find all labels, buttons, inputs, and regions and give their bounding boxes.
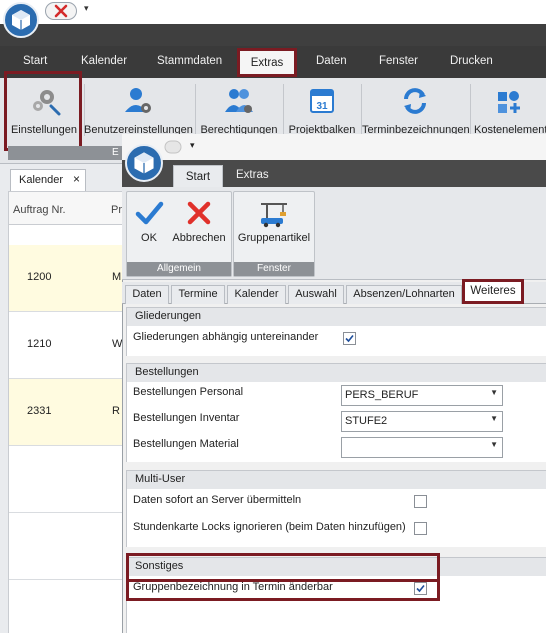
tab-termine[interactable]: Termine — [171, 285, 225, 304]
dialog-qat-dropdown-icon[interactable]: ▾ — [190, 140, 195, 151]
tab-weiteres[interactable]: Weiteres — [462, 279, 524, 304]
benutzereinstellungen-button[interactable]: Benutzereinstellungen — [84, 82, 193, 138]
tab-kalender-settings[interactable]: Kalender — [227, 285, 286, 304]
ok-label: OK — [141, 232, 157, 244]
table-row[interactable] — [9, 446, 125, 513]
daten-sofort-checkbox[interactable] — [414, 495, 427, 508]
cell-auftrag-nr: 1210 — [27, 338, 52, 350]
table-row[interactable]: 1200 M — [9, 245, 125, 312]
group-fenster: Gruppenartikel Fenster — [233, 191, 315, 277]
section-header-multi-user[interactable]: Multi-User — [126, 470, 546, 490]
group-fenster-label: Fenster — [234, 262, 314, 276]
ribbon-group-label-text: E — [112, 147, 119, 158]
dialog-tab-start[interactable]: Start — [173, 165, 223, 189]
chevron-down-icon: ▼ — [490, 388, 498, 397]
bestellungen-inventar-select[interactable]: STUFE2 ▼ — [341, 411, 503, 432]
tab-kalender[interactable]: Kalender × — [10, 169, 86, 191]
checkmark-icon — [345, 334, 354, 343]
dialog-tab-start-label: Start — [185, 171, 211, 183]
dialog-tab-extras[interactable]: Extras — [236, 169, 286, 181]
cancel-icon — [187, 201, 211, 225]
users-permissions-icon — [225, 89, 253, 113]
cost-element-icon — [498, 91, 520, 113]
cell-auftrag-nr: 2331 — [27, 405, 52, 417]
tab-kalender-label: Kalender — [19, 174, 64, 186]
menu-drucken[interactable]: Drucken — [450, 55, 493, 67]
quick-access-dropdown-icon[interactable]: ▾ — [84, 3, 94, 17]
cell-auftrag-nr: 1200 — [27, 271, 52, 283]
ok-button[interactable]: OK — [129, 196, 169, 252]
stundenkarte-locks-checkbox[interactable] — [414, 522, 427, 535]
bestellungen-material-label: Bestellungen Material — [133, 438, 239, 450]
gliederungen-abhaengig-label: Gliederungen abhängig untereinander — [133, 331, 319, 343]
ribbon-separator — [470, 84, 471, 136]
window-frame — [0, 24, 546, 46]
menu-stammdaten[interactable]: Stammdaten — [157, 55, 222, 67]
tab-auswahl[interactable]: Auswahl — [288, 285, 344, 304]
checkmark-icon — [135, 201, 164, 225]
group-allgemein-label: Allgemein — [127, 262, 231, 276]
ribbon-separator — [195, 84, 196, 136]
dialog-logo-icon[interactable] — [125, 144, 163, 182]
gliederungen-abhaengig-checkbox[interactable] — [343, 332, 356, 345]
highlight-sonstiges-row — [126, 575, 440, 601]
bestellungen-personal-label: Bestellungen Personal — [133, 386, 244, 398]
group-allgemein: OK Abbrechen Allgemein — [126, 191, 232, 277]
ribbon-separator — [283, 84, 284, 136]
table-row[interactable]: 2331 R — [9, 379, 125, 446]
crane-icon — [261, 203, 287, 228]
gruppenartikel-button[interactable]: Gruppenartikel — [236, 196, 312, 252]
section-header-bestellungen[interactable]: Bestellungen — [126, 363, 546, 383]
table-row[interactable]: 1210 W — [9, 312, 125, 379]
terminbezeichnungen-button[interactable]: Terminbezeichnungen — [362, 82, 470, 138]
menu-fenster[interactable]: Fenster — [379, 55, 418, 67]
grid-header: Auftrag Nr. Pr — [8, 191, 124, 225]
highlight-einstellungen — [4, 71, 82, 151]
tab-daten[interactable]: Daten — [125, 285, 169, 304]
abbrechen-label: Abbrechen — [172, 232, 226, 244]
menu-extras-label: Extras — [250, 57, 284, 69]
cell-pr: R — [112, 405, 120, 417]
menu-start[interactable]: Start — [23, 55, 47, 67]
select-value: PERS_BERUF — [345, 389, 419, 401]
gruppenartikel-label: Gruppenartikel — [237, 232, 311, 244]
dialog-title-bar: ▾ — [122, 134, 546, 160]
menu-extras[interactable]: Extras — [237, 48, 297, 77]
chevron-down-icon: ▼ — [490, 414, 498, 423]
menu-daten[interactable]: Daten — [316, 55, 347, 67]
menu-kalender[interactable]: Kalender — [81, 55, 127, 67]
bestellungen-inventar-label: Bestellungen Inventar — [133, 412, 240, 424]
close-icon[interactable] — [45, 2, 77, 20]
bestellungen-material-select[interactable]: ▼ — [341, 437, 503, 458]
stundenkarte-locks-label: Stundenkarte Locks ignorieren (beim Date… — [133, 521, 406, 533]
app-logo-icon[interactable] — [3, 2, 39, 38]
select-value: STUFE2 — [345, 415, 388, 427]
kostenelement-button[interactable]: Kostenelement — [472, 82, 546, 138]
calendar-icon: 31 — [310, 89, 334, 113]
abbrechen-button[interactable]: Abbrechen — [171, 196, 227, 252]
svg-text:31: 31 — [316, 101, 328, 112]
refresh-icon — [404, 88, 426, 114]
user-settings-icon — [125, 88, 151, 113]
close-icon[interactable]: × — [73, 172, 80, 186]
cell-pr: M — [112, 271, 122, 283]
cell-pr: W — [112, 338, 123, 350]
tab-absenzen-lohnarten[interactable]: Absenzen/Lohnarten — [346, 285, 462, 304]
bestellungen-personal-select[interactable]: PERS_BERUF ▼ — [341, 385, 503, 406]
table-row[interactable] — [9, 513, 125, 580]
section-title: Bestellungen — [135, 366, 199, 378]
daten-sofort-label: Daten sofort an Server übermitteln — [133, 494, 302, 506]
grid-body: 1200 M 1210 W 2331 R — [8, 225, 125, 633]
berechtigungen-button[interactable]: Berechtigungen — [198, 82, 280, 138]
section-title: Gliederungen — [135, 310, 202, 322]
projektbalken-button[interactable]: 31 Projektbalken — [286, 82, 358, 138]
title-bar — [0, 0, 546, 24]
section-title: Multi-User — [135, 473, 186, 485]
column-header-auftrag[interactable]: Auftrag Nr. — [13, 204, 66, 216]
section-header-gliederungen[interactable]: Gliederungen — [126, 307, 546, 327]
chevron-down-icon: ▼ — [490, 440, 498, 449]
quick-access-shape-icon — [164, 140, 182, 154]
column-header-pr[interactable]: Pr — [111, 204, 122, 216]
